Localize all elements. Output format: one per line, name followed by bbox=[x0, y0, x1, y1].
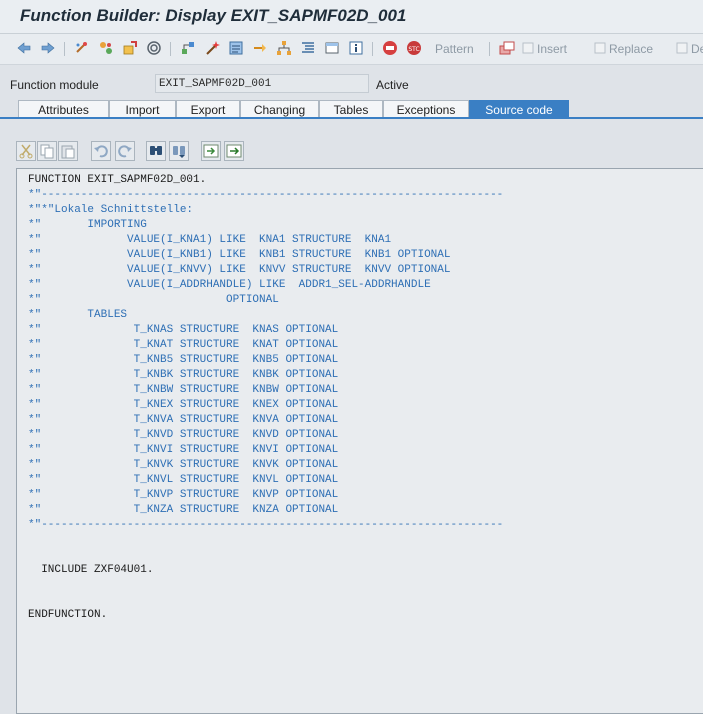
code-line: *" T_KNVA STRUCTURE KNVA OPTIONAL bbox=[28, 414, 339, 426]
function-module-row: Function module EXIT_SAPMF02D_001 Active bbox=[0, 72, 703, 98]
code-line: *" VALUE(I_KNA1) LIKE KNA1 STRUCTURE KNA… bbox=[28, 234, 392, 246]
undo-icon[interactable] bbox=[91, 141, 111, 161]
code-line: *" T_KNBW STRUCTURE KNBW OPTIONAL bbox=[28, 384, 339, 396]
code-line: *" VALUE(I_KNB1) LIKE KNB1 STRUCTURE KNB… bbox=[28, 249, 451, 261]
delete-label: De bbox=[691, 42, 703, 56]
where-used-icon[interactable] bbox=[180, 40, 196, 58]
source-code-editor[interactable]: FUNCTION EXIT_SAPMF02D_001. *"-----------… bbox=[16, 168, 703, 714]
tab-tables[interactable]: Tables bbox=[319, 100, 383, 118]
check-icon[interactable] bbox=[146, 40, 162, 58]
code-line: *" T_KNBK STRUCTURE KNBK OPTIONAL bbox=[28, 369, 339, 381]
object-list-icon[interactable] bbox=[228, 40, 244, 58]
code-line: *" VALUE(I_KNVV) LIKE KNVV STRUCTURE KNV… bbox=[28, 264, 451, 276]
activate-icon[interactable] bbox=[122, 40, 138, 58]
code-line: *" T_KNAT STRUCTURE KNAT OPTIONAL bbox=[28, 339, 339, 351]
code-line: *" OPTIONAL bbox=[28, 294, 279, 306]
window-title: Function Builder: Display EXIT_SAPMF02D_… bbox=[20, 6, 407, 25]
code-line: INCLUDE ZXF04U01. bbox=[28, 564, 154, 576]
pattern-button[interactable]: Pattern bbox=[435, 42, 474, 56]
code-line: *" T_KNAS STRUCTURE KNAS OPTIONAL bbox=[28, 324, 339, 336]
code-lines: FUNCTION EXIT_SAPMF02D_001. *"-----------… bbox=[28, 173, 503, 623]
code-line: *" TABLES bbox=[28, 309, 128, 321]
back-arrow-icon[interactable] bbox=[16, 40, 32, 58]
title-bar: Function Builder: Display EXIT_SAPMF02D_… bbox=[0, 0, 703, 34]
display-change-icon[interactable] bbox=[98, 40, 114, 58]
replace-button[interactable]: Replace bbox=[594, 42, 653, 56]
hierarchy-icon[interactable] bbox=[276, 40, 292, 58]
function-module-label: Function module bbox=[10, 78, 99, 92]
code-line: *" T_KNVP STRUCTURE KNVP OPTIONAL bbox=[28, 489, 339, 501]
tab-attributes[interactable]: Attributes bbox=[18, 100, 109, 118]
insert-label: Insert bbox=[537, 42, 568, 56]
code-line: ENDFUNCTION. bbox=[28, 609, 108, 621]
code-line: FUNCTION EXIT_SAPMF02D_001. bbox=[28, 174, 207, 186]
indent-icon[interactable] bbox=[300, 40, 316, 58]
redo-icon[interactable] bbox=[115, 141, 135, 161]
export-block-icon[interactable] bbox=[224, 141, 244, 161]
code-line: *" T_KNVI STRUCTURE KNVI OPTIONAL bbox=[28, 444, 339, 456]
find-icon[interactable] bbox=[146, 141, 166, 161]
function-module-field[interactable]: EXIT_SAPMF02D_001 bbox=[155, 74, 369, 93]
window-icon[interactable] bbox=[324, 40, 340, 58]
insert-icon bbox=[499, 40, 515, 58]
application-toolbar: STC Pattern Insert Replace De bbox=[0, 34, 703, 65]
forward-arrow-icon[interactable] bbox=[40, 40, 56, 58]
tab-import[interactable]: Import bbox=[109, 100, 176, 118]
code-line: *" T_KNB5 STRUCTURE KNB5 OPTIONAL bbox=[28, 354, 339, 366]
insert-button[interactable]: Insert bbox=[522, 42, 567, 56]
info-icon[interactable] bbox=[348, 40, 364, 58]
code-line: *"*"Lokale Schnittstelle: bbox=[28, 204, 194, 216]
code-line: *" T_KNZA STRUCTURE KNZA OPTIONAL bbox=[28, 504, 339, 516]
code-line: *" T_KNVL STRUCTURE KNVL OPTIONAL bbox=[28, 474, 339, 486]
tab-exceptions[interactable]: Exceptions bbox=[383, 100, 469, 118]
navigation-icon[interactable] bbox=[252, 40, 268, 58]
stop-icon[interactable]: STC bbox=[406, 40, 422, 58]
tab-source-code[interactable]: Source code bbox=[469, 100, 569, 118]
magic-wand-icon[interactable] bbox=[204, 40, 220, 58]
insert-block-icon[interactable] bbox=[201, 141, 221, 161]
code-line: *" IMPORTING bbox=[28, 219, 147, 231]
svg-text:STC: STC bbox=[408, 46, 419, 53]
code-line: *" T_KNVK STRUCTURE KNVK OPTIONAL bbox=[28, 459, 339, 471]
find-next-icon[interactable] bbox=[169, 141, 189, 161]
code-line: *" T_KNEX STRUCTURE KNEX OPTIONAL bbox=[28, 399, 339, 411]
code-line: *" T_KNVD STRUCTURE KNVD OPTIONAL bbox=[28, 429, 339, 441]
other-object-icon[interactable] bbox=[74, 40, 90, 58]
replace-label: Replace bbox=[609, 42, 654, 56]
status-text: Active bbox=[376, 78, 409, 92]
code-line: *"--------------------------------------… bbox=[28, 519, 504, 531]
code-line: *" VALUE(I_ADDRHANDLE) LIKE ADDR1_SEL-AD… bbox=[28, 279, 431, 291]
code-line: *"--------------------------------------… bbox=[28, 189, 504, 201]
delete-button[interactable]: De bbox=[676, 42, 703, 56]
test-icon[interactable] bbox=[382, 40, 398, 58]
tab-changing[interactable]: Changing bbox=[240, 100, 319, 118]
tab-export[interactable]: Export bbox=[176, 100, 240, 118]
cut-icon[interactable] bbox=[16, 141, 36, 161]
copy-icon[interactable] bbox=[37, 141, 57, 161]
tab-underline bbox=[0, 117, 703, 119]
paste-icon[interactable] bbox=[58, 141, 78, 161]
